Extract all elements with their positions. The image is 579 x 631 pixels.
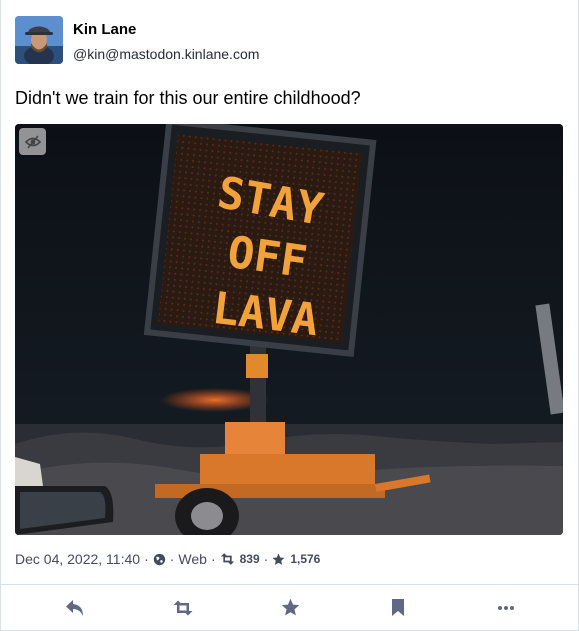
retweet-icon: [220, 553, 235, 565]
retweet-icon: [173, 600, 193, 615]
hide-media-button[interactable]: [19, 128, 46, 155]
bookmark-icon: [392, 599, 405, 616]
status-date[interactable]: Dec 04, 2022, 11:40: [15, 551, 140, 567]
boost-button[interactable]: [163, 588, 203, 628]
account-handle[interactable]: @kin@mastodon.kinlane.com: [73, 46, 259, 62]
separator: ·: [210, 551, 216, 567]
eye-slash-icon: [24, 134, 41, 149]
avatar-image: [15, 16, 63, 64]
status-card: Kin Lane @kin@mastodon.kinlane.com Didn'…: [0, 0, 579, 631]
status-header: Kin Lane @kin@mastodon.kinlane.com: [15, 16, 259, 64]
application-name: Web: [178, 551, 207, 567]
star-icon: [281, 598, 300, 616]
separator: ·: [144, 551, 149, 567]
reply-icon: [65, 599, 83, 616]
boost-count[interactable]: 839: [240, 552, 260, 566]
avatar[interactable]: [15, 16, 63, 64]
action-bar: [1, 585, 579, 630]
status-meta: Dec 04, 2022, 11:40 · · Web · 839 · 1,57…: [15, 551, 320, 567]
media-photo: STAY OFF LAVA: [15, 124, 563, 535]
media-attachment[interactable]: STAY OFF LAVA: [15, 124, 563, 535]
reply-button[interactable]: [55, 588, 95, 628]
more-button[interactable]: [486, 588, 526, 628]
separator: ·: [263, 551, 269, 567]
star-icon: [272, 553, 285, 566]
bookmark-button[interactable]: [378, 588, 418, 628]
globe-icon: [153, 553, 166, 566]
favourite-button[interactable]: [270, 588, 310, 628]
status-content: Didn't we train for this our entire chil…: [15, 88, 361, 108]
ellipsis-icon: [498, 605, 515, 610]
author-names: Kin Lane @kin@mastodon.kinlane.com: [73, 19, 259, 62]
separator: ·: [169, 551, 175, 567]
display-name[interactable]: Kin Lane: [73, 21, 259, 38]
favourite-count[interactable]: 1,576: [290, 552, 320, 566]
